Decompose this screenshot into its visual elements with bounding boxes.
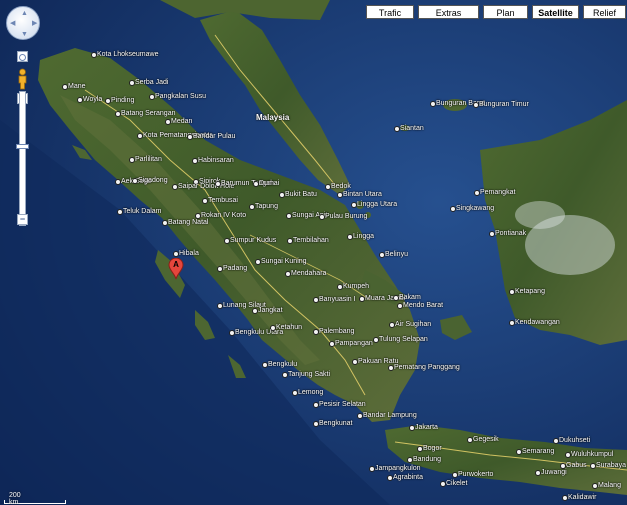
place-label[interactable]: Siantan xyxy=(400,125,424,133)
place-label[interactable]: Jangkat xyxy=(258,307,283,315)
zoom-slider-handle[interactable] xyxy=(16,143,29,149)
place-label[interactable]: Wuluhkumpul xyxy=(571,451,613,459)
place-label[interactable]: Bukit Batu xyxy=(285,191,317,199)
pan-right-icon[interactable]: ▶ xyxy=(32,20,37,27)
place-label[interactable]: Bintan Utara xyxy=(343,191,382,199)
navigation-control: ▲ ▼ ◀ ▶ xyxy=(6,6,40,90)
zoom-slider-track[interactable] xyxy=(19,91,26,226)
place-label[interactable]: Sigadong xyxy=(138,177,168,185)
place-label[interactable]: Tembusai xyxy=(208,197,238,205)
place-label[interactable]: Tulung Selapan xyxy=(379,336,428,344)
place-label[interactable]: Pinding xyxy=(111,97,134,105)
location-marker[interactable]: A xyxy=(168,257,184,280)
place-label[interactable]: Teluk Dalam xyxy=(123,208,162,216)
place-label[interactable]: Lingga Utara xyxy=(357,201,397,209)
scale-bar-label: 200 km xyxy=(9,492,21,505)
place-label[interactable]: Bandar Pulau xyxy=(193,133,235,141)
place-label[interactable]: Mendahara xyxy=(291,270,326,278)
place-label[interactable]: Gegesik xyxy=(473,436,499,444)
place-label[interactable]: Lemong xyxy=(298,389,323,397)
place-label[interactable]: Padang xyxy=(223,265,247,273)
pan-up-icon[interactable]: ▲ xyxy=(21,10,28,17)
place-label[interactable]: Jampangkulon xyxy=(375,465,421,473)
circle-icon xyxy=(19,54,26,61)
place-label[interactable]: Pesisir Selatan xyxy=(319,401,366,409)
place-label[interactable]: Bengkunat xyxy=(319,420,352,428)
pan-down-icon[interactable]: ▼ xyxy=(21,31,28,38)
place-label[interactable]: Bedok xyxy=(331,183,351,191)
place-label[interactable]: Tanjung Sakti xyxy=(288,371,330,379)
place-label[interactable]: Pontianak xyxy=(495,230,526,238)
place-label[interactable]: Agrabinta xyxy=(393,474,423,482)
place-label[interactable]: Pemangkat xyxy=(480,189,515,197)
map-type-traffic[interactable]: Trafic xyxy=(366,5,414,19)
place-label[interactable]: Malaysia xyxy=(256,114,289,122)
place-label[interactable]: Bengkulu xyxy=(268,361,297,369)
place-label[interactable]: Habinsaran xyxy=(198,157,234,165)
pan-control[interactable]: ▲ ▼ ◀ ▶ xyxy=(6,6,40,40)
place-label[interactable]: Ketahun xyxy=(276,324,302,332)
place-label[interactable]: Tembilahan xyxy=(293,237,329,245)
satellite-imagery xyxy=(0,0,627,505)
map-type-extras[interactable]: Extras xyxy=(418,5,479,19)
map-canvas[interactable]: Malaysia Kota Lhokseumawe Serba Jadi Pangka… xyxy=(0,0,627,505)
place-label[interactable]: Jakarta xyxy=(415,424,438,432)
place-label[interactable]: Kota Lhokseumawe xyxy=(97,51,158,59)
place-label[interactable]: Banyuasin I xyxy=(319,296,356,304)
place-label[interactable]: Bogor xyxy=(423,445,442,453)
place-label[interactable]: Kalidawir xyxy=(568,494,596,502)
place-label[interactable]: Semarang xyxy=(522,448,554,456)
place-label[interactable]: Bakam xyxy=(399,294,421,302)
place-label[interactable]: Lingga xyxy=(353,233,374,241)
place-label[interactable]: Pampangan xyxy=(335,340,373,348)
place-label[interactable]: Rokan IV Koto xyxy=(201,212,246,220)
place-label[interactable]: Pulau Burung xyxy=(325,213,367,221)
map-type-plan[interactable]: Plan xyxy=(483,5,528,19)
place-label[interactable]: Palembang xyxy=(319,328,354,336)
place-label[interactable]: Pematang Panggang xyxy=(394,364,460,372)
place-label[interactable]: Kumpeh xyxy=(343,283,369,291)
place-label[interactable]: Purwokerto xyxy=(458,471,493,479)
place-label[interactable]: Air Sugihan xyxy=(395,321,431,329)
place-label[interactable]: Malang xyxy=(598,482,621,490)
place-label[interactable]: Surabaya xyxy=(596,462,626,470)
place-label[interactable]: Dukuhseti xyxy=(559,437,590,445)
place-label[interactable]: Bandung xyxy=(413,456,441,464)
place-label[interactable]: Singkawang xyxy=(456,205,494,213)
map-type-relief[interactable]: Relief xyxy=(583,5,626,19)
place-label[interactable]: Ketapang xyxy=(515,288,545,296)
zoom-out-button[interactable]: − xyxy=(17,214,28,225)
place-label[interactable]: Medan xyxy=(171,118,192,126)
pan-left-icon[interactable]: ◀ xyxy=(10,20,15,27)
place-label[interactable]: Hibala xyxy=(179,250,199,258)
pegman-icon[interactable] xyxy=(15,68,30,90)
place-label[interactable]: Bandar Lampung xyxy=(363,412,417,420)
place-label[interactable]: Belinyu xyxy=(385,251,408,259)
place-label[interactable]: Bunguran Timur xyxy=(479,101,529,109)
place-label[interactable]: Batang Serangan xyxy=(121,110,176,118)
map-type-control: Trafic Extras Plan Satellite Relief xyxy=(366,5,626,19)
reset-view-button[interactable] xyxy=(17,51,28,62)
place-label[interactable]: Parlilitan xyxy=(135,156,162,164)
place-label[interactable]: Woyla xyxy=(83,96,102,104)
place-label[interactable]: Kendawangan xyxy=(515,319,560,327)
place-label[interactable]: Mendo Barat xyxy=(403,302,443,310)
place-label[interactable]: Serba Jadi xyxy=(135,79,168,87)
place-label[interactable]: Cikelet xyxy=(446,480,467,488)
place-label[interactable]: Dumai xyxy=(259,180,279,188)
marker-label: A xyxy=(173,260,179,269)
place-label[interactable]: Sumpur Kudus xyxy=(230,237,276,245)
place-label[interactable]: Pangkalan Susu xyxy=(155,93,206,101)
place-label[interactable]: Gabus xyxy=(566,462,587,470)
place-label[interactable]: Batang Natal xyxy=(168,219,208,227)
map-type-satellite[interactable]: Satellite xyxy=(532,5,579,19)
place-label[interactable]: Sungai Kuning xyxy=(261,258,307,266)
place-label[interactable]: Mane xyxy=(68,83,86,91)
place-label[interactable]: Juwangi xyxy=(541,469,567,477)
place-label[interactable]: Tapung xyxy=(255,203,278,211)
